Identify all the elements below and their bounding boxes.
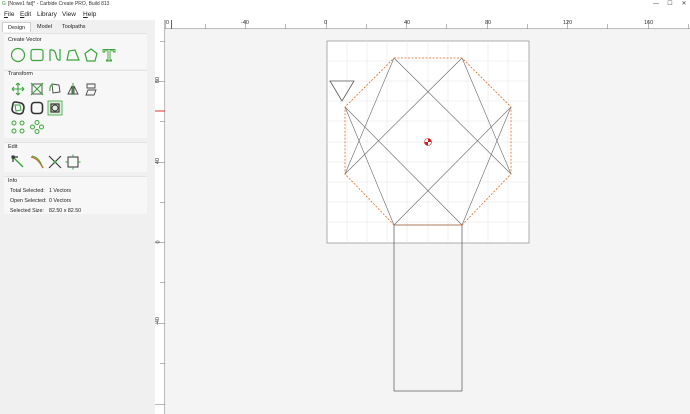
ruler-top-label: 80 [485, 20, 492, 26]
info-title: Info [8, 178, 18, 184]
title-bar: G [Nowe1 fat]* - Carbide Create PRO, Bui… [0, 0, 690, 9]
ruler-top-label: 120 [563, 20, 573, 26]
node-edit-icon[interactable] [10, 154, 26, 170]
scale-icon[interactable] [29, 81, 45, 97]
ruler-top: 0 -40 0 40 80 120 160 [165, 20, 690, 29]
tab-model[interactable]: Model [32, 22, 57, 32]
maximize-button[interactable]: ☐ [664, 0, 676, 9]
selected-size-label: Selected Size: [10, 208, 44, 214]
total-selected-value: 1 Vectors [49, 188, 72, 194]
canvas-drawing[interactable] [166, 30, 690, 414]
ruler-top-label: 160 [644, 20, 654, 26]
ruler-left-label: 80 [155, 76, 162, 84]
polyline-icon[interactable] [65, 47, 81, 63]
fillet-icon[interactable] [29, 100, 45, 116]
menu-view[interactable]: View [62, 10, 76, 19]
menu-bar: File Edit Library View Help [0, 9, 690, 20]
array-icon[interactable] [29, 119, 45, 135]
mirror-icon[interactable] [65, 81, 81, 97]
ruler-top-label: 0 [324, 20, 328, 26]
bounding-box-icon[interactable] [65, 154, 81, 170]
cut-icon[interactable] [47, 154, 63, 170]
total-selected-row: Total Selected: 1 Vectors [10, 188, 71, 194]
selected-size-value: 82.50 x 82.50 [49, 208, 82, 214]
menu-edit[interactable]: Edit [20, 10, 31, 19]
window-title: [Nowe1 fat]* - Carbide Create PRO, Build… [8, 1, 110, 7]
rotate-icon[interactable] [47, 81, 63, 97]
align-icon[interactable] [10, 119, 26, 135]
move-icon[interactable] [10, 81, 26, 97]
tab-toolpaths[interactable]: Toolpaths [57, 22, 91, 32]
boolean-icon[interactable] [47, 100, 63, 116]
rectangle-icon[interactable] [29, 47, 45, 63]
open-selected-label: Open Selected: [10, 198, 47, 204]
app-icon: G [2, 1, 6, 7]
trim-icon[interactable] [29, 154, 45, 170]
circle-icon[interactable] [10, 47, 26, 63]
open-selected-value: 0 Vectors [49, 198, 72, 204]
ruler-left-label: -40 [154, 317, 161, 325]
shear-icon[interactable] [83, 81, 99, 97]
close-button[interactable]: ✕ [678, 0, 690, 9]
polygon-icon[interactable] [83, 47, 99, 63]
ruler-left-label: 0 [155, 240, 162, 244]
text-icon[interactable] [101, 47, 117, 63]
offset-icon[interactable] [10, 100, 26, 116]
menu-help[interactable]: Help [83, 10, 96, 19]
design-canvas[interactable] [166, 30, 690, 414]
create-vector-title: Create Vector [8, 37, 42, 43]
ruler-left: 80 40 0 -40 [155, 20, 165, 414]
ruler-top-label: 0 [166, 20, 170, 26]
menu-file[interactable]: File [4, 10, 15, 19]
ruler-left-label: 40 [155, 157, 162, 165]
edit-title: Edit [8, 144, 18, 150]
open-selected-row: Open Selected: 0 Vectors [10, 198, 71, 204]
selected-size-row: Selected Size: 82.50 x 82.50 [10, 208, 81, 214]
menu-library[interactable]: Library [37, 10, 57, 19]
curve-icon[interactable] [47, 47, 63, 63]
design-panel: Design Model Toolpaths Create Vector Tra… [0, 20, 150, 414]
ruler-top-label: 40 [404, 20, 411, 26]
center-marker [424, 138, 432, 146]
transform-title: Transform [8, 71, 33, 77]
tab-design[interactable]: Design [2, 22, 32, 32]
tall-rectangle [393, 224, 463, 392]
total-selected-label: Total Selected: [10, 188, 45, 194]
ruler-top-label: -40 [241, 20, 249, 26]
minimize-button[interactable]: — [650, 0, 662, 9]
